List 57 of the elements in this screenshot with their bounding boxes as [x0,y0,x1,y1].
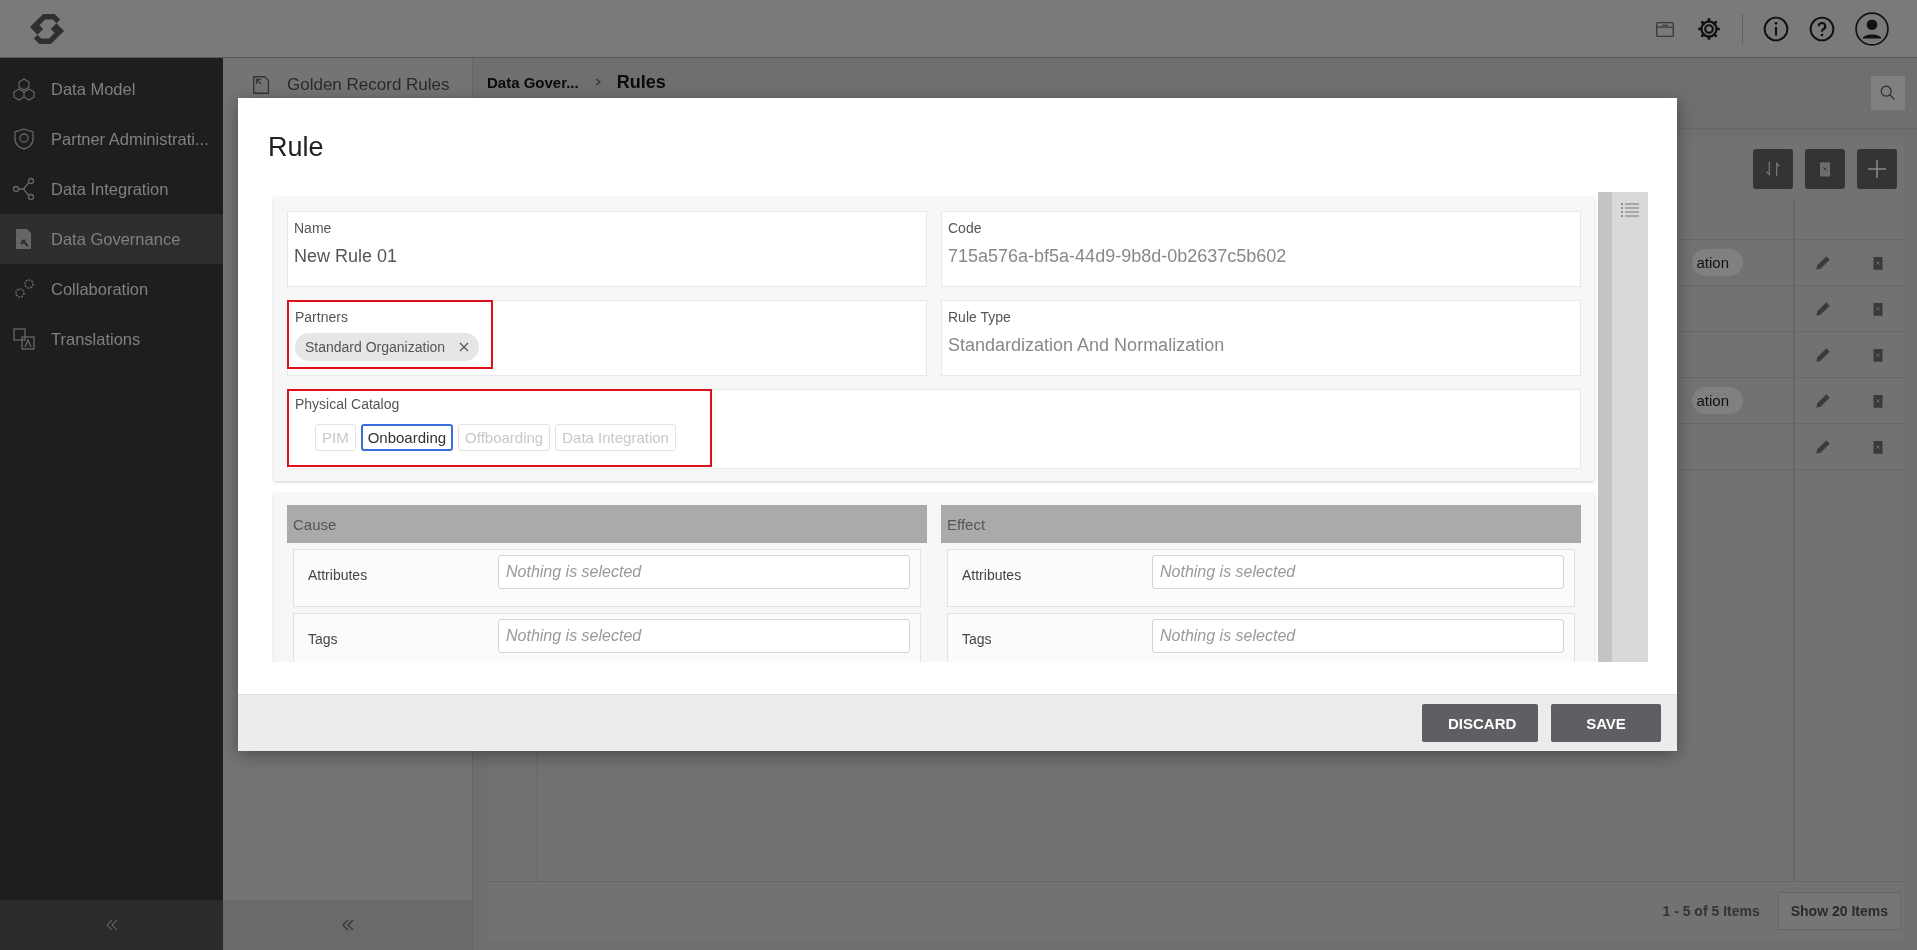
field-label: Partners [295,309,349,325]
field-label: Attributes [962,566,1023,583]
sidebar-item[interactable]: Translations [0,314,223,364]
search-button[interactable] [1871,76,1905,110]
section-header: Cause [287,505,927,543]
sync-button[interactable] [1753,149,1793,189]
field-label: Code [948,220,983,236]
form-field[interactable]: Rule Type Standardization And Normalization [941,300,1581,376]
field-label: Tags [962,630,993,647]
sidebar-item[interactable]: Data Model [0,64,223,114]
close-icon[interactable] [459,342,470,352]
field-label: Tags [308,630,339,647]
field-label: Name [294,220,333,236]
field-label: Rule Type [948,309,1012,325]
select-field[interactable]: Nothing is selected [498,555,910,589]
tag: ation [1692,387,1743,414]
field-value: New Rule 01 [294,246,399,267]
plus-icon [1865,157,1889,181]
section-header: Effect [941,505,1581,543]
form-field[interactable]: Name New Rule 01 [287,211,927,287]
sidebar-item-icon [12,327,36,351]
select-field[interactable]: Nothing is selected [498,619,910,653]
dialog-button[interactable]: DISCARD [1422,704,1538,742]
sidebar-item[interactable]: Partner Administrati... [0,114,223,164]
page-size-button[interactable]: Show 20 Items [1777,892,1901,930]
form-field[interactable]: Code 715a576a-bf5a-44d9-9b8d-0b2637c5b602 [941,211,1581,287]
select-field[interactable]: Nothing is selected [1152,619,1564,653]
sidebar-item[interactable]: Collaboration [0,264,223,314]
sidebar-item-icon [12,127,36,151]
sidebar-item-icon [12,277,36,301]
search-icon [1879,84,1897,102]
partner-chip[interactable]: Standard Organization [295,333,480,361]
breadcrumb-link[interactable]: Data Gover... [487,73,579,91]
catalog-option[interactable]: Onboarding [360,424,454,451]
info-icon[interactable] [1763,15,1789,42]
settings-icon[interactable] [1696,15,1722,42]
list-icon[interactable] [1620,202,1640,218]
select-field[interactable]: Nothing is selected [1152,555,1564,589]
field-value: Standardization And Normalization [948,335,1226,356]
add-button[interactable] [1857,149,1897,189]
dialog-button[interactable]: SAVE [1551,704,1661,742]
sidebar-item-icon [12,177,36,201]
help-icon[interactable] [1809,15,1835,42]
user-avatar-icon[interactable] [1855,11,1889,46]
field-value: 715a576a-bf5a-44d9-9b8d-0b2637c5b602 [948,246,1288,267]
field-label: Physical Catalog [295,396,401,412]
sidebar-item[interactable]: Data Governance [0,214,223,264]
sidebar-item-icon [12,77,36,101]
delete-button[interactable] [1805,149,1845,189]
pager-summary: 1 - 5 of 5 Items [1662,903,1760,919]
field-label: Attributes [308,566,369,583]
sidebar-item[interactable]: Data Integration [0,164,223,214]
scrollbar[interactable] [1598,192,1612,662]
breadcrumb-current: Rules [616,71,666,93]
dialog-title: Rule [268,132,325,164]
panel-item[interactable]: Golden Record Rules [223,58,472,96]
tag: ation [1692,249,1743,276]
